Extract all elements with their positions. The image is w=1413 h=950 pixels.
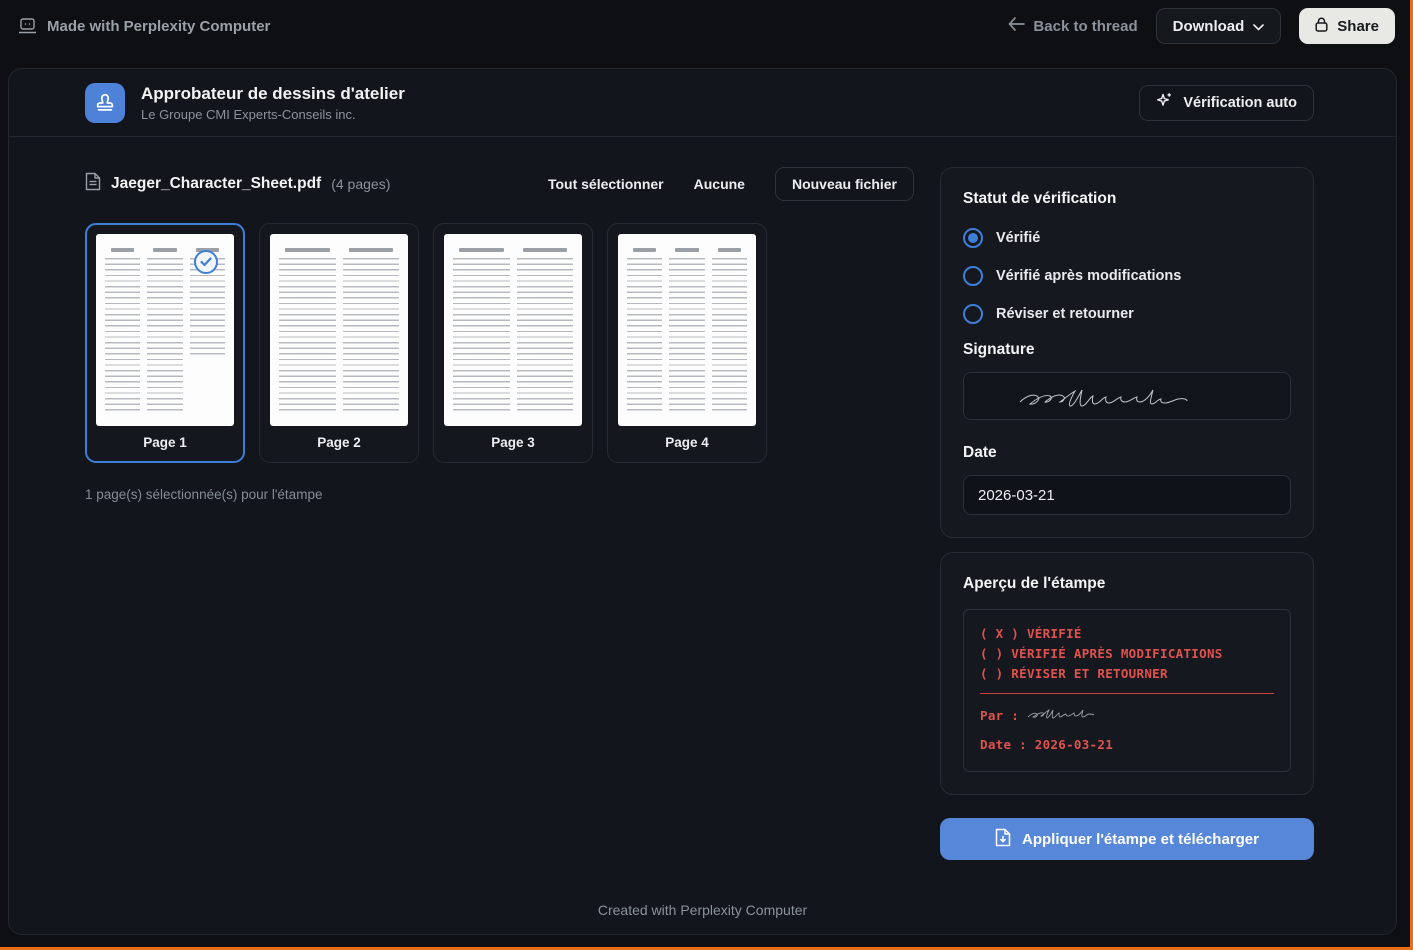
page-3-preview xyxy=(444,234,582,426)
share-button-label: Share xyxy=(1337,18,1379,35)
new-file-button[interactable]: Nouveau fichier xyxy=(775,167,914,201)
page-sketch-column xyxy=(453,248,510,414)
file-name: Jaeger_Character_Sheet.pdf xyxy=(111,175,321,193)
page-thumbnail-label: Page 1 xyxy=(96,435,234,450)
page-title: Approbateur de dessins d'atelier xyxy=(141,84,405,104)
radio-icon xyxy=(963,266,983,286)
page-sketch-column xyxy=(627,248,662,414)
brand: Made with Perplexity Computer xyxy=(18,18,270,35)
page-thumbnail-label: Page 4 xyxy=(618,435,756,450)
apply-stamp-button[interactable]: Appliquer l'étampe et télécharger xyxy=(940,818,1314,860)
page-sketch-column xyxy=(105,248,140,414)
app-title-block: Approbateur de dessins d'atelier Le Grou… xyxy=(141,84,405,122)
computer-icon xyxy=(18,18,37,34)
page-sketch-column xyxy=(669,248,704,414)
radio-reviser-et-retourner[interactable]: Réviser et retourner xyxy=(963,303,1291,325)
verification-status-panel: Statut de vérification Vérifié Vérifié a… xyxy=(940,167,1314,538)
date-input[interactable] xyxy=(963,475,1291,515)
page-4-preview xyxy=(618,234,756,426)
radio-verifie[interactable]: Vérifié xyxy=(963,227,1291,249)
radio-label: Vérifié après modifications xyxy=(996,268,1181,284)
content-area: Jaeger_Character_Sheet.pdf (4 pages) Tou… xyxy=(9,137,1396,860)
date-label: Date xyxy=(963,444,1291,462)
page-subtitle: Le Groupe CMI Experts-Conseils inc. xyxy=(141,107,405,122)
back-to-thread-link[interactable]: Back to thread xyxy=(1008,17,1137,35)
chevron-down-icon xyxy=(1253,18,1264,35)
auto-verification-label: Vérification auto xyxy=(1183,95,1297,111)
select-all-button[interactable]: Tout sélectionner xyxy=(548,176,664,192)
stamp-signature-image xyxy=(1025,705,1117,726)
stamp-line: ( ) RÉVISER ET RETOURNER xyxy=(980,664,1274,684)
stamp-preview-heading: Aperçu de l'étampe xyxy=(963,575,1291,593)
stamp-par-label: Par : xyxy=(980,706,1019,726)
stamp-preview-box: ( X ) VÉRIFIÉ ( ) VÉRIFIÉ APRÈS MODIFICA… xyxy=(963,609,1291,772)
page-thumbnail-2[interactable]: Page 2 xyxy=(259,223,419,463)
back-arrow-icon xyxy=(1008,17,1025,35)
select-none-button[interactable]: Aucune xyxy=(694,176,745,192)
verification-sidebar: Statut de vérification Vérifié Vérifié a… xyxy=(940,167,1314,860)
page-thumbnail-4[interactable]: Page 4 xyxy=(607,223,767,463)
lock-icon xyxy=(1315,17,1328,36)
document-section: Jaeger_Character_Sheet.pdf (4 pages) Tou… xyxy=(85,167,914,860)
radio-verifie-apres-modifications[interactable]: Vérifié après modifications xyxy=(963,265,1291,287)
page-thumbnail-label: Page 2 xyxy=(270,435,408,450)
verification-options: Vérifié Vérifié après modifications Révi… xyxy=(963,227,1291,325)
file-download-icon xyxy=(995,828,1011,851)
radio-icon xyxy=(963,304,983,324)
page-1-preview xyxy=(96,234,234,426)
radio-label: Vérifié xyxy=(996,230,1040,246)
download-button[interactable]: Download xyxy=(1156,8,1282,44)
app-card: Approbateur de dessins d'atelier Le Grou… xyxy=(8,68,1397,935)
auto-verification-button[interactable]: Vérification auto xyxy=(1139,85,1314,121)
selected-check-icon xyxy=(194,250,218,274)
topbar-actions: Back to thread Download Share xyxy=(1008,8,1395,44)
file-row: Jaeger_Character_Sheet.pdf (4 pages) Tou… xyxy=(85,167,914,201)
page-sketch-column xyxy=(279,248,336,414)
stamp-line: ( X ) VÉRIFIÉ xyxy=(980,624,1274,644)
sparkles-icon xyxy=(1156,92,1173,113)
page-sketch-column xyxy=(147,248,182,414)
page-sketch-column xyxy=(343,248,400,414)
stamp-divider xyxy=(980,693,1274,694)
page-thumbnails: Page 1 Page 2 Page 3 xyxy=(85,223,914,463)
page-thumbnail-1[interactable]: Page 1 xyxy=(85,223,245,463)
selection-summary: 1 page(s) sélectionnée(s) pour l'étampe xyxy=(85,487,914,502)
stamp-line: ( ) VÉRIFIÉ APRÈS MODIFICATIONS xyxy=(980,644,1274,664)
page-thumbnail-label: Page 3 xyxy=(444,435,582,450)
signature-box[interactable] xyxy=(963,372,1291,420)
radio-label: Réviser et retourner xyxy=(996,306,1134,322)
file-icon xyxy=(85,172,101,196)
stamp-signature-row: Par : xyxy=(980,705,1274,726)
app-header: Approbateur de dessins d'atelier Le Grou… xyxy=(9,69,1396,137)
file-pages-count: (4 pages) xyxy=(331,176,390,192)
signature-label: Signature xyxy=(963,341,1291,359)
apply-stamp-label: Appliquer l'étampe et télécharger xyxy=(1022,831,1259,848)
signature-image xyxy=(1012,376,1242,417)
file-actions: Tout sélectionner Aucune Nouveau fichier xyxy=(548,167,914,201)
brand-label: Made with Perplexity Computer xyxy=(47,18,270,35)
stamp-preview-panel: Aperçu de l'étampe ( X ) VÉRIFIÉ ( ) VÉR… xyxy=(940,552,1314,795)
radio-icon xyxy=(963,228,983,248)
footer-credit: Created with Perplexity Computer xyxy=(9,902,1396,918)
back-to-thread-label: Back to thread xyxy=(1033,18,1137,35)
share-button[interactable]: Share xyxy=(1299,8,1395,44)
stamp-date-line: Date : 2026-03-21 xyxy=(980,735,1274,755)
download-button-label: Download xyxy=(1173,18,1245,35)
page-sketch-column xyxy=(517,248,574,414)
page-thumbnail-3[interactable]: Page 3 xyxy=(433,223,593,463)
stamp-app-icon xyxy=(85,83,125,123)
topbar: Made with Perplexity Computer Back to th… xyxy=(0,0,1413,52)
verification-status-heading: Statut de vérification xyxy=(963,190,1291,208)
page-2-preview xyxy=(270,234,408,426)
page-sketch-column xyxy=(712,248,747,414)
